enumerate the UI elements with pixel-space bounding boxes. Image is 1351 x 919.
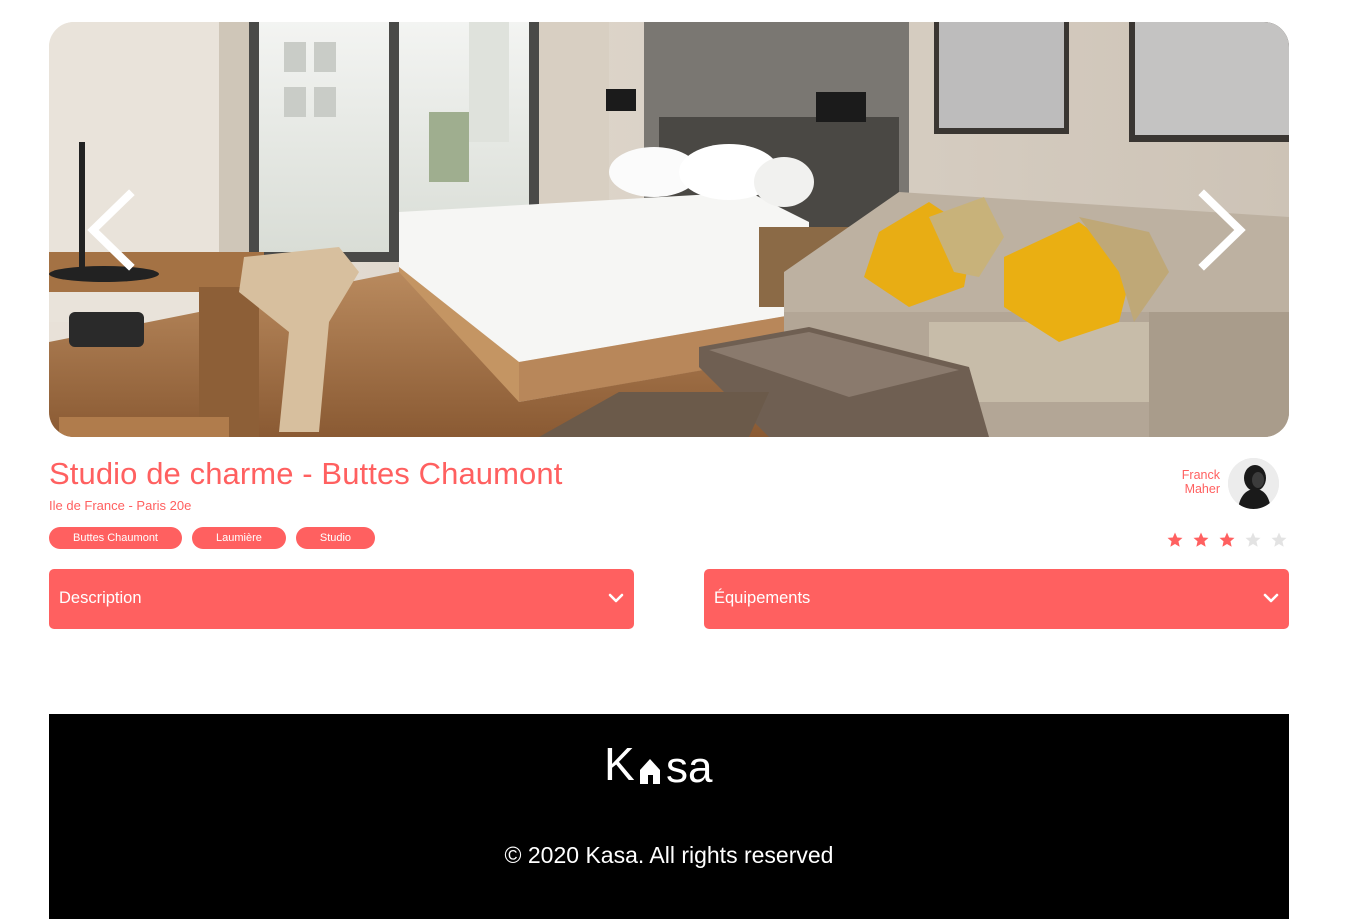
host-name: Franck Maher [1140, 468, 1220, 496]
copyright-text: © 2020 Kasa. All rights reserved [504, 842, 834, 868]
equipments-collapse-label: Équipements [714, 589, 811, 607]
star-icon [1193, 532, 1209, 547]
host-portrait-icon [1228, 458, 1279, 509]
listing-title: Studio de charme - Buttes Chaumont [49, 456, 563, 491]
tag-list: Buttes Chaumont Laumière Studio [49, 527, 376, 549]
footer: K sa © 2020 Kasa. All rights reserved [49, 714, 1289, 919]
tag-item: Laumière [192, 527, 286, 549]
chevron-down-icon[interactable] [608, 590, 624, 606]
star-icon [1245, 532, 1261, 547]
star-icon [1219, 532, 1235, 547]
tag-item: Studio [295, 527, 376, 549]
chevron-right-icon [1198, 189, 1246, 271]
kasa-logo: K sa [604, 740, 734, 788]
tag-item: Buttes Chaumont [49, 527, 182, 549]
host-avatar [1228, 458, 1279, 509]
listing-photo [49, 22, 1289, 437]
rating-stars [1166, 531, 1288, 549]
equipments-collapse[interactable]: Équipements [704, 569, 1289, 629]
host-last-name: Maher [1184, 482, 1220, 496]
kasa-logo-image: K sa [604, 740, 713, 788]
description-collapse[interactable]: Description [49, 569, 634, 629]
chevron-left-icon [87, 189, 135, 271]
star-icon [1167, 532, 1183, 547]
carousel-next-button[interactable] [1192, 187, 1252, 273]
svg-text:sa: sa [666, 743, 713, 788]
image-carousel [49, 22, 1289, 437]
carousel-prev-button[interactable] [81, 187, 141, 273]
svg-text:K: K [604, 740, 635, 788]
description-collapse-label: Description [59, 589, 142, 607]
host-first-name: Franck [1181, 468, 1220, 482]
listing-location: Ile de France - Paris 20e [49, 498, 192, 513]
star-icon [1271, 532, 1287, 547]
host-info: Franck Maher [1150, 458, 1280, 510]
chevron-down-icon[interactable] [1263, 590, 1279, 606]
